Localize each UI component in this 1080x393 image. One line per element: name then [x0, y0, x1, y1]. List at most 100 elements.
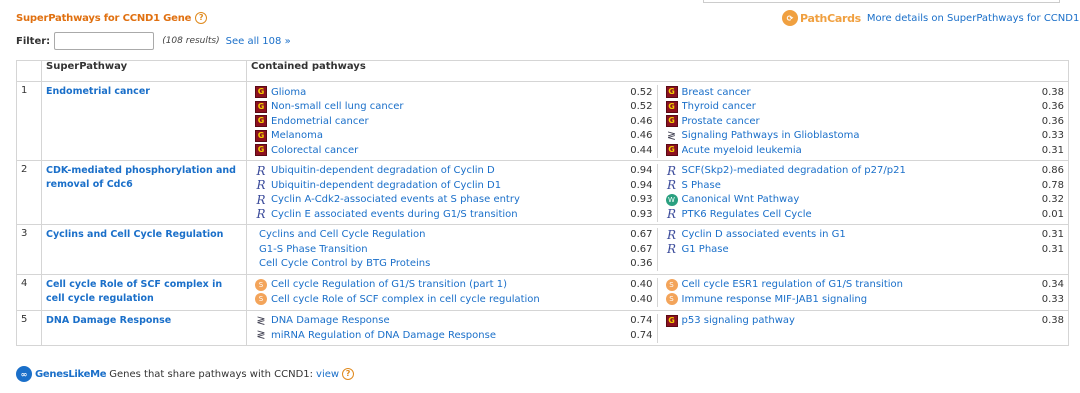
pathway-item: R S Phase 0.78 [666, 178, 1064, 193]
superpathway-cell: Cyclins and Cell Cycle Regulation [41, 223, 247, 275]
pathway-link[interactable]: Cyclin A-Cdk2-associated events at S pha… [271, 194, 623, 205]
kegg-icon: G [255, 86, 267, 99]
filter-label: Filter: [16, 35, 51, 47]
pathway-link[interactable]: Glioma [271, 87, 623, 98]
reactome-icon: R [666, 207, 677, 222]
pathcards-logo[interactable]: ⟳ PathCards [782, 10, 861, 26]
pathway-item: G Endometrial cancer 0.46 [255, 114, 653, 129]
pathway-item: R PTK6 Regulates Cell Cycle 0.01 [666, 207, 1064, 222]
pathcards-logo-icon: ⟳ [782, 10, 798, 26]
help-icon[interactable]: ? [195, 12, 208, 24]
orange-icon: S [255, 278, 267, 291]
pathway-score: 0.38 [1041, 86, 1064, 98]
pathway-link[interactable]: Canonical Wnt Pathway [682, 194, 1035, 205]
pathway-link[interactable]: G1-S Phase Transition [259, 244, 623, 255]
pathway-link[interactable]: miRNA Regulation of DNA Damage Response [271, 330, 623, 341]
pathway-link[interactable]: Non-small cell lung cancer [271, 101, 623, 112]
pathway-score: 0.46 [630, 130, 653, 142]
pathway-link[interactable]: Ubiquitin-dependent degradation of Cycli… [271, 180, 623, 191]
superpathway-cell: DNA Damage Response [41, 309, 247, 346]
pathway-item: S Cell cycle Regulation of G1/S transitio… [255, 278, 653, 293]
pathway-score: 0.94 [630, 165, 653, 177]
kegg-icon: G [255, 100, 267, 113]
table-row: 1 Endometrial cancer G Glioma 0.52 G Non-small… [16, 81, 1069, 161]
pathway-item: R SCF(Skp2)-mediated degradation of p27/p… [666, 164, 1064, 179]
pathway-link[interactable]: Cyclins and Cell Cycle Regulation [259, 229, 623, 240]
pathway-link[interactable]: Cell cycle Role of SCF complex in cell c… [271, 294, 623, 305]
pathway-link[interactable]: S Phase [682, 180, 1035, 191]
pathway-score: 0.44 [630, 144, 653, 156]
pathway-score: 0.33 [1041, 293, 1064, 305]
pathway-item: G1-S Phase Transition 0.67 [255, 242, 653, 257]
filter-input[interactable] [54, 32, 155, 50]
pathway-link[interactable]: Signaling Pathways in Glioblastoma [682, 130, 1035, 141]
pathcards-area: ⟳ PathCards More details on SuperPathway… [782, 10, 1079, 26]
contained-pathways-cell: G Glioma 0.52 G Non-small cell lung cancer 0.… [246, 81, 1069, 161]
kegg-icon: G [665, 100, 678, 113]
pathway-item: S Cell cycle Role of SCF complex in cell … [255, 292, 653, 307]
pathway-column-left: G Glioma 0.52 G Non-small cell lung cancer 0.… [247, 85, 658, 158]
geneslikeme-logo[interactable]: GenesLikeMe [35, 369, 107, 380]
pathway-column-right: R SCF(Skp2)-mediated degradation of p27/p… [658, 164, 1069, 222]
pathway-link[interactable]: SCF(Skp2)-mediated degradation of p27/p2… [682, 165, 1035, 176]
help-icon[interactable]: ? [342, 368, 355, 380]
pathway-link[interactable]: Cyclin E associated events during G1/S t… [271, 209, 623, 220]
superpathway-link[interactable]: CDK-mediated phosphorylation and removal… [46, 165, 236, 190]
pathway-score: 0.74 [630, 329, 653, 341]
pathway-link[interactable]: PTK6 Regulates Cell Cycle [682, 209, 1035, 220]
view-link[interactable]: view [316, 369, 339, 380]
pathway-item: G Non-small cell lung cancer 0.52 [255, 100, 653, 115]
pathway-column-right: G Breast cancer 0.38 G Thyroid cancer 0.36 G Pr… [658, 85, 1069, 158]
pathway-score: 0.31 [1041, 243, 1064, 255]
pathway-link[interactable]: Melanoma [271, 130, 623, 141]
pathway-item: G Glioma 0.52 [255, 85, 653, 100]
pathway-score: 0.33 [1041, 130, 1064, 142]
wikipathways-icon: ≷ [256, 313, 266, 327]
superpathway-cell: CDK-mediated phosphorylation and removal… [41, 159, 247, 225]
kegg-icon: G [665, 115, 678, 128]
reactome-icon: R [256, 192, 266, 207]
superpathway-link[interactable]: Cell cycle Role of SCF complex in cell c… [46, 279, 222, 304]
pathway-link[interactable]: Prostate cancer [682, 116, 1035, 127]
pathway-score: 0.36 [1041, 101, 1064, 113]
more-details-link[interactable]: More details on SuperPathways for CCND1 [867, 13, 1079, 24]
section-header: SuperPathways for CCND1 Gene ? [16, 12, 208, 24]
see-all-link[interactable]: See all 108 » [226, 36, 291, 47]
superpathway-link[interactable]: DNA Damage Response [46, 315, 171, 326]
pathway-item: R Cyclin A-Cdk2-associated events at S ph… [255, 192, 652, 208]
kegg-icon: G [255, 144, 267, 157]
filter-bar: Filter: (108 results) See all 108 » [16, 32, 291, 50]
pathway-link[interactable]: Cell Cycle Control by BTG Proteins [259, 258, 623, 269]
pathway-link[interactable]: Acute myeloid leukemia [682, 145, 1035, 156]
superpathway-link[interactable]: Endometrial cancer [46, 86, 150, 97]
reactome-icon: R [256, 178, 266, 193]
pathway-score: 0.40 [630, 279, 653, 291]
pathway-score: 0.36 [1041, 115, 1064, 127]
col-number-header [16, 60, 42, 82]
pathway-link[interactable]: Cell cycle Regulation of G1/S transition… [271, 279, 623, 290]
pathway-link[interactable]: Colorectal cancer [271, 145, 623, 156]
pathway-link[interactable]: Immune response MIF-JAB1 signaling [682, 294, 1035, 305]
pathway-column-left: ≷ DNA Damage Response 0.74 ≷ miRNA Regulatio… [247, 313, 658, 343]
pathway-link[interactable]: p53 signaling pathway [682, 315, 1035, 326]
pathway-link[interactable]: Thyroid cancer [682, 101, 1035, 112]
pathway-link[interactable]: DNA Damage Response [271, 315, 623, 326]
pathway-link[interactable]: G1 Phase [682, 244, 1035, 255]
pathway-link[interactable]: Breast cancer [682, 87, 1035, 98]
pathway-link[interactable]: Cell cycle ESR1 regulation of G1/S trans… [682, 279, 1035, 290]
pathway-score: 0.38 [1041, 315, 1064, 327]
pathway-column-right: S Cell cycle ESR1 regulation of G1/S tran… [658, 278, 1069, 307]
superpathway-link[interactable]: Cyclins and Cell Cycle Regulation [46, 229, 223, 240]
footer-text: Genes that share pathways with CCND1: [109, 368, 314, 380]
reactome-icon: R [256, 207, 266, 222]
contained-pathways-cell: S Cell cycle Regulation of G1/S transitio… [246, 273, 1069, 311]
orange-icon: S [665, 293, 678, 306]
kegg-icon: G [665, 144, 678, 157]
row-number: 3 [16, 223, 42, 275]
pathway-link[interactable]: Cyclin D associated events in G1 [682, 229, 1035, 240]
pathway-score: 0.34 [1041, 279, 1064, 291]
pathway-item: ≷ DNA Damage Response 0.74 [255, 313, 652, 329]
pathway-link[interactable]: Endometrial cancer [271, 116, 623, 127]
pathway-link[interactable]: Ubiquitin-dependent degradation of Cycli… [271, 165, 623, 176]
pathway-score: 0.01 [1041, 208, 1064, 220]
